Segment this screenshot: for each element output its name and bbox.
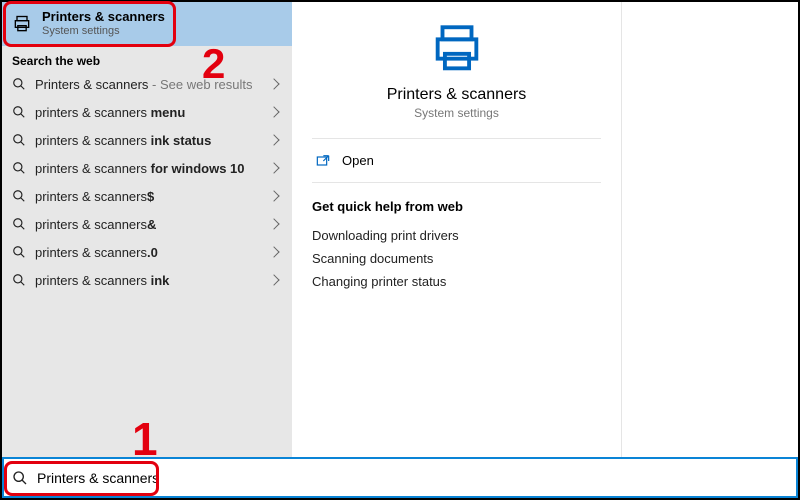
suggestion-text: printers & scanners.0 — [35, 245, 270, 260]
suggestion-item[interactable]: printers & scanners& — [2, 210, 292, 238]
search-bar[interactable] — [2, 457, 798, 498]
help-header: Get quick help from web — [312, 199, 601, 214]
search-icon — [12, 189, 26, 203]
suggestion-text: printers & scanners ink — [35, 273, 270, 288]
search-results-pane: Printers & scanners System settings Sear… — [2, 2, 292, 457]
suggestion-item[interactable]: printers & scanners for windows 10 — [2, 154, 292, 182]
printer-icon — [428, 20, 486, 78]
best-match-result[interactable]: Printers & scanners System settings — [2, 2, 292, 46]
chevron-right-icon — [268, 134, 279, 145]
search-icon — [12, 133, 26, 147]
suggestion-text: printers & scanners menu — [35, 105, 270, 120]
open-button[interactable]: Open — [312, 139, 601, 183]
search-icon — [12, 217, 26, 231]
chevron-right-icon — [268, 274, 279, 285]
suggestion-item[interactable]: Printers & scanners - See web results — [2, 70, 292, 98]
detail-title: Printers & scanners — [387, 86, 527, 104]
chevron-right-icon — [268, 106, 279, 117]
help-link[interactable]: Scanning documents — [312, 247, 601, 270]
best-match-text: Printers & scanners System settings — [42, 9, 165, 39]
chevron-right-icon — [268, 78, 279, 89]
printer-icon — [12, 14, 32, 34]
search-input[interactable] — [35, 469, 796, 487]
suggestion-item[interactable]: printers & scanners ink — [2, 266, 292, 294]
suggestion-text: printers & scanners& — [35, 217, 270, 232]
suggestion-item[interactable]: printers & scanners$ — [2, 182, 292, 210]
search-icon — [12, 470, 28, 486]
open-icon — [316, 154, 332, 168]
suggestion-item[interactable]: printers & scanners menu — [2, 98, 292, 126]
suggestions-list: Printers & scanners - See web results pri… — [2, 70, 292, 300]
detail-header: Printers & scanners System settings — [312, 20, 601, 139]
help-link[interactable]: Changing printer status — [312, 270, 601, 293]
suggestion-text: printers & scanners for windows 10 — [35, 161, 270, 176]
chevron-right-icon — [268, 246, 279, 257]
search-icon — [12, 161, 26, 175]
help-link[interactable]: Downloading print drivers — [312, 224, 601, 247]
help-links-list: Downloading print driversScanning docume… — [312, 224, 601, 293]
chevron-right-icon — [268, 162, 279, 173]
search-icon — [12, 245, 26, 259]
suggestion-text: Printers & scanners - See web results — [35, 77, 270, 92]
search-icon — [12, 105, 26, 119]
suggestion-text: printers & scanners ink status — [35, 133, 270, 148]
chevron-right-icon — [268, 218, 279, 229]
suggestion-text: printers & scanners$ — [35, 189, 270, 204]
detail-pane: Printers & scanners System settings Open… — [292, 2, 622, 457]
help-section: Get quick help from web Downloading prin… — [312, 183, 601, 293]
best-match-subtitle: System settings — [42, 25, 165, 39]
chevron-right-icon — [268, 190, 279, 201]
best-match-title: Printers & scanners — [42, 9, 165, 25]
search-icon — [12, 77, 26, 91]
detail-subtitle: System settings — [414, 106, 499, 120]
open-label: Open — [342, 153, 374, 168]
search-icon — [12, 273, 26, 287]
suggestion-item[interactable]: printers & scanners.0 — [2, 238, 292, 266]
web-results-header: Search the web — [2, 46, 292, 70]
suggestion-item[interactable]: printers & scanners ink status — [2, 126, 292, 154]
